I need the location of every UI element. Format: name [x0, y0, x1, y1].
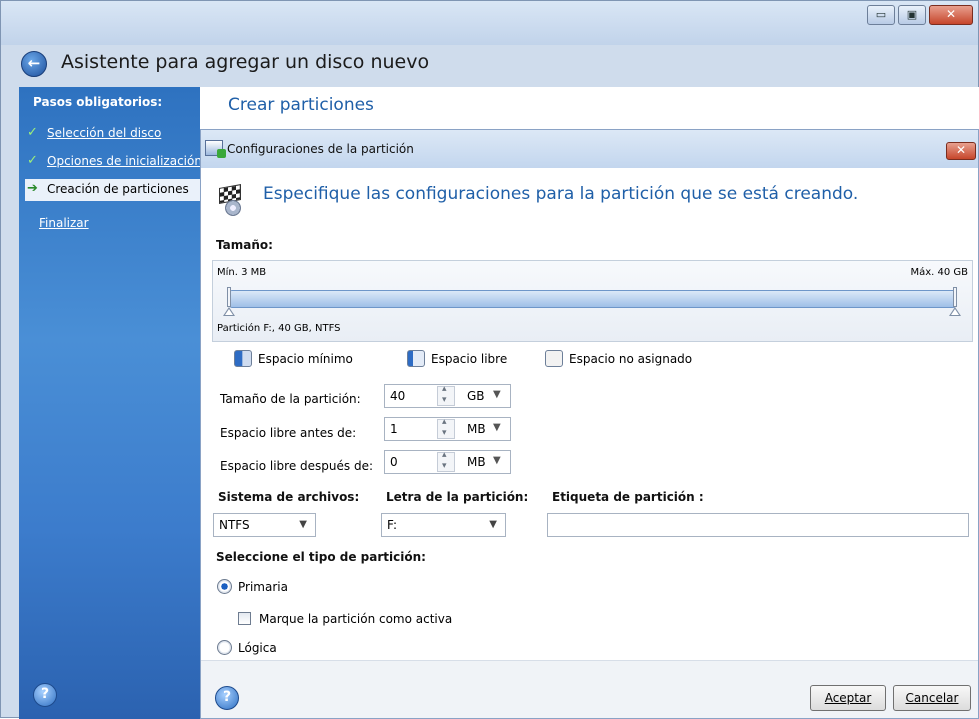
spinner-value: 0 [390, 455, 398, 469]
partition-size-label: Tamaño de la partición: [220, 392, 361, 406]
chevron-down-icon[interactable]: ▼ [493, 455, 501, 466]
cancel-button[interactable]: Cancelar [893, 685, 971, 711]
primary-label: Primaria [238, 580, 288, 594]
unallocated-swatch [545, 350, 563, 367]
free-after-label: Espacio libre después de: [220, 459, 374, 473]
select-value: NTFS [219, 518, 250, 532]
volume-label-label: Etiqueta de partición : [552, 490, 704, 504]
close-icon: ✕ [945, 7, 957, 21]
spinner-arrows[interactable] [437, 384, 455, 406]
spinner-value: 1 [390, 422, 398, 436]
sidebar: Pasos obligatorios: ✓ Selección del disc… [19, 87, 200, 719]
partition-type-label: Seleccione el tipo de partición: [216, 550, 426, 564]
chevron-down-icon: ▼ [299, 519, 307, 530]
minimize-button[interactable]: ▭ [867, 5, 895, 25]
partition-size-slider[interactable]: Mín. 3 MB Máx. 40 GB Partición F:, 40 GB… [212, 260, 973, 342]
back-button[interactable]: ← [21, 51, 47, 77]
chevron-down-icon[interactable]: ▼ [493, 389, 501, 400]
unit-label: MB [467, 422, 486, 436]
maximize-icon: ▣ [906, 8, 918, 21]
sidebar-heading: Pasos obligatorios: [33, 95, 163, 109]
step-label: Creación de particiones [47, 182, 189, 196]
min-space-swatch [234, 350, 252, 367]
wizard-window: ▭ ▣ ✕ ← Asistente para agregar un disco … [0, 0, 979, 719]
free-space-swatch [407, 350, 425, 367]
spinner-value: 40 [390, 389, 406, 403]
dialog-footer: ? Aceptar Cancelar [201, 660, 978, 718]
free-after-spinner[interactable]: 0 MB ▼ [384, 450, 511, 474]
close-button[interactable]: ✕ [929, 5, 973, 25]
unit-label: MB [467, 455, 486, 469]
free-before-label: Espacio libre antes de: [220, 426, 357, 440]
logical-label: Lógica [238, 641, 277, 655]
checkered-flag-disk-icon [215, 184, 245, 218]
mark-active-checkbox[interactable] [238, 612, 251, 625]
slider-left-handle[interactable] [223, 287, 235, 317]
free-before-spinner[interactable]: 1 MB ▼ [384, 417, 511, 441]
filesystem-label: Sistema de archivos: [218, 490, 360, 504]
sidebar-step-finish[interactable]: Finalizar [25, 213, 200, 235]
partition-size-spinner[interactable]: 40 GB ▼ [384, 384, 511, 408]
partition-letter-label: Letra de la partición: [386, 490, 529, 504]
primary-radio[interactable] [217, 579, 232, 594]
section-title: Crear particiones [228, 95, 374, 115]
spinner-arrows[interactable] [437, 450, 455, 472]
size-label: Tamaño: [216, 238, 273, 252]
check-icon: ✓ [27, 125, 38, 140]
back-arrow-icon: ← [27, 54, 41, 72]
volume-label-input[interactable] [547, 513, 969, 537]
help-icon: ? [40, 686, 50, 702]
minimize-icon: ▭ [875, 8, 887, 21]
dialog-app-icon [205, 140, 226, 158]
window-title: Asistente para agregar un disco nuevo [61, 51, 430, 73]
maximize-button[interactable]: ▣ [898, 5, 926, 25]
chevron-down-icon: ▼ [489, 519, 497, 530]
select-value: F: [387, 518, 398, 532]
check-icon: ✓ [27, 153, 38, 168]
logical-radio[interactable] [217, 640, 232, 655]
filesystem-select[interactable]: NTFS ▼ [213, 513, 316, 537]
min-size-label: Mín. 3 MB [217, 267, 267, 278]
help-button[interactable]: ? [33, 683, 57, 707]
legend-label: Espacio libre [431, 352, 508, 366]
ok-button[interactable]: Aceptar [810, 685, 886, 711]
sidebar-step-create-partitions[interactable]: ➔ Creación de particiones [25, 179, 200, 201]
title-bar: ▭ ▣ ✕ [1, 1, 978, 45]
sidebar-step-disk-selection[interactable]: ✓ Selección del disco [25, 123, 200, 145]
max-size-label: Máx. 40 GB [910, 267, 968, 278]
close-icon: ✕ [955, 143, 967, 157]
legend-label: Espacio mínimo [258, 352, 353, 366]
dialog-help-button[interactable]: ? [215, 686, 239, 710]
step-label: Selección del disco [47, 126, 162, 140]
sidebar-step-init-options[interactable]: ✓ Opciones de inicialización [25, 151, 200, 173]
unit-label: GB [467, 389, 485, 403]
partition-bar[interactable] [229, 290, 956, 308]
legend-label: Espacio no asignado [569, 352, 693, 366]
step-label: Opciones de inicialización [47, 154, 200, 168]
partition-settings-dialog: Configuraciones de la partición ✕ Especi… [200, 129, 979, 719]
dialog-title-bar: Configuraciones de la partición ✕ [201, 130, 978, 168]
help-icon: ? [222, 689, 232, 705]
dialog-headline: Especifique las configuraciones para la … [263, 184, 859, 204]
step-label: Finalizar [39, 216, 89, 230]
partition-caption: Partición F:, 40 GB, NTFS [217, 323, 341, 334]
mark-active-label: Marque la partición como activa [259, 612, 453, 626]
arrow-right-icon: ➔ [27, 181, 38, 196]
spinner-arrows[interactable] [437, 417, 455, 439]
dialog-close-button[interactable]: ✕ [946, 142, 976, 160]
dialog-title: Configuraciones de la partición [227, 142, 414, 156]
chevron-down-icon[interactable]: ▼ [493, 422, 501, 433]
partition-letter-select[interactable]: F: ▼ [381, 513, 506, 537]
slider-right-handle[interactable] [949, 287, 961, 317]
